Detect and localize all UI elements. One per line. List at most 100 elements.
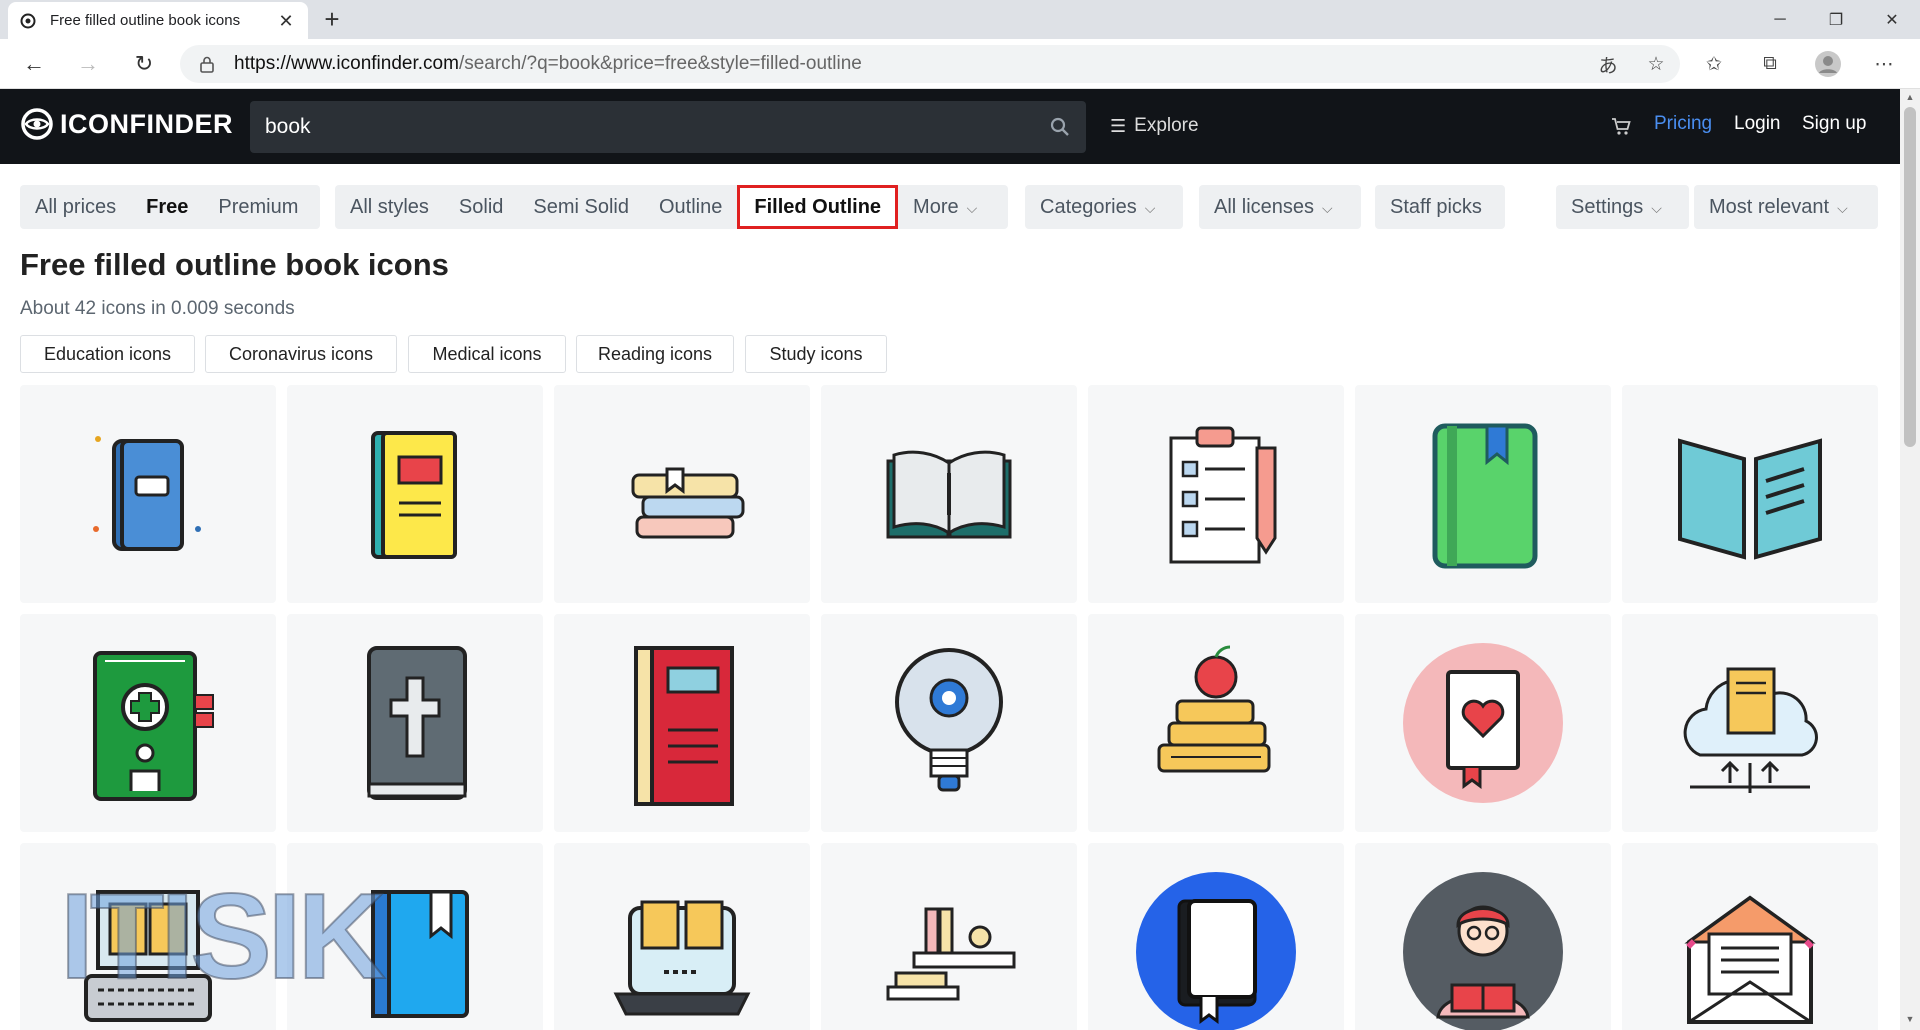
filter-solid[interactable]: Solid <box>444 185 518 229</box>
explore-menu[interactable]: ☰ Explore <box>1110 115 1199 137</box>
address-bar[interactable]: https://www.iconfinder.com/search/?q=boo… <box>180 45 1680 83</box>
settings-dropdown[interactable]: Settings ⌵ <box>1556 185 1689 229</box>
icon-card[interactable] <box>20 385 276 603</box>
icon-card[interactable] <box>287 614 543 832</box>
search-icon[interactable] <box>1034 101 1086 153</box>
restore-icon[interactable]: ❐ <box>1808 0 1864 39</box>
scroll-down-icon[interactable]: ▼ <box>1904 1013 1916 1025</box>
icon-card[interactable] <box>1355 843 1611 1030</box>
icon-card[interactable] <box>821 385 1077 603</box>
read-aloud-icon[interactable]: あ <box>1592 48 1624 80</box>
login-link[interactable]: Login <box>1734 113 1781 135</box>
pricing-link[interactable]: Pricing <box>1654 113 1712 135</box>
filter-outline[interactable]: Outline <box>644 185 737 229</box>
icon-card[interactable] <box>1622 614 1878 832</box>
url-text: https://www.iconfinder.com/search/?q=boo… <box>234 53 862 74</box>
sort-dropdown[interactable]: Most relevant ⌵ <box>1694 185 1878 229</box>
site-header: ICONFINDER book ☰ Explore Pricing Login … <box>0 89 1900 164</box>
stacked-books-icon <box>631 467 745 539</box>
profile-avatar-icon[interactable] <box>1812 48 1844 80</box>
filter-semi-solid[interactable]: Semi Solid <box>518 185 644 229</box>
filter-all-styles[interactable]: All styles <box>335 185 444 229</box>
result-info: About 42 icons in 0.009 seconds <box>20 298 295 319</box>
icon-card[interactable] <box>287 385 543 603</box>
ebook-circle-icon <box>1136 872 1296 1030</box>
tag-study[interactable]: Study icons <box>745 335 887 373</box>
tab-title: Free filled outline book icons <box>50 12 241 29</box>
icon-card[interactable] <box>554 385 810 603</box>
yellow-book-icon <box>371 431 457 559</box>
bible-icon <box>367 646 467 800</box>
search-input[interactable]: book <box>250 101 1086 153</box>
search-value: book <box>265 115 311 138</box>
back-arrow-icon[interactable]: ← <box>18 48 50 80</box>
red-book-icon <box>634 646 734 806</box>
favorite-star-icon[interactable]: ☆ <box>1640 48 1672 80</box>
icon-card[interactable] <box>20 614 276 832</box>
filter-free[interactable]: Free <box>131 185 203 229</box>
more-menu-icon[interactable]: ⋯ <box>1868 48 1900 80</box>
filter-all-prices[interactable]: All prices <box>20 185 131 229</box>
tag-reading[interactable]: Reading icons <box>576 335 734 373</box>
minimize-icon[interactable]: ─ <box>1752 0 1808 39</box>
licenses-dropdown[interactable]: All licenses ⌵ <box>1199 185 1361 229</box>
favorites-list-icon[interactable]: ✩ <box>1698 48 1730 80</box>
signup-link[interactable]: Sign up <box>1802 113 1866 135</box>
iconfinder-favicon-icon <box>20 13 36 28</box>
scroll-thumb[interactable] <box>1904 107 1916 447</box>
tag-medical[interactable]: Medical icons <box>408 335 566 373</box>
green-notebook-icon <box>1432 423 1538 569</box>
cart-icon[interactable] <box>1610 115 1632 137</box>
teal-open-book-icon <box>1678 438 1822 560</box>
checklist-pen-icon <box>1169 426 1277 564</box>
idea-bulb-icon <box>895 648 1003 792</box>
close-window-icon[interactable]: ✕ <box>1864 0 1920 39</box>
filter-filled-outline[interactable]: Filled Outline <box>737 185 899 229</box>
medical-book-icon <box>93 651 214 801</box>
collections-icon[interactable]: ⧉ <box>1754 48 1786 80</box>
reader-avatar-icon <box>1403 872 1563 1030</box>
icon-card[interactable] <box>554 614 810 832</box>
open-book-icon <box>886 450 1012 539</box>
blue-book-icon <box>93 436 201 551</box>
browser-tab[interactable]: Free filled outline book icons ✕ <box>8 2 308 39</box>
site-logo[interactable]: ICONFINDER <box>20 107 233 141</box>
style-filter: All styles Solid Semi Solid Outline Fill… <box>335 185 1008 229</box>
iconfinder-logo-icon <box>21 108 53 140</box>
close-tab-icon[interactable]: ✕ <box>276 11 296 31</box>
books-apple-icon <box>1157 645 1271 773</box>
page-scrollbar[interactable]: ▲ ▼ <box>1900 89 1920 1030</box>
icon-card[interactable] <box>1622 385 1878 603</box>
icon-card[interactable] <box>1088 614 1344 832</box>
chevron-down-icon: ⌵ <box>966 200 978 216</box>
new-tab-icon[interactable]: + <box>318 6 346 34</box>
chevron-down-icon: ⌵ <box>1322 200 1333 216</box>
icon-card[interactable] <box>821 614 1077 832</box>
reload-icon[interactable]: ↻ <box>128 48 160 80</box>
forward-arrow-icon[interactable]: → <box>72 48 104 80</box>
bookshelf-icon <box>886 907 1016 1001</box>
icon-card[interactable] <box>1088 385 1344 603</box>
icon-card[interactable] <box>1622 843 1878 1030</box>
icon-card[interactable] <box>1355 614 1611 832</box>
browser-tab-bar: Free filled outline book icons ✕ + ─ ❐ ✕ <box>0 0 1920 39</box>
chevron-down-icon: ⌵ <box>1651 200 1662 216</box>
icon-card[interactable] <box>1355 385 1611 603</box>
filter-more[interactable]: More ⌵ <box>898 185 992 229</box>
staff-picks-button[interactable]: Staff picks <box>1375 185 1505 229</box>
hamburger-icon: ☰ <box>1110 115 1127 136</box>
envelope-letter-icon <box>1684 895 1816 1024</box>
categories-dropdown[interactable]: Categories ⌵ <box>1025 185 1183 229</box>
lock-icon <box>200 56 214 73</box>
icon-card[interactable] <box>554 843 810 1030</box>
icon-card[interactable] <box>821 843 1077 1030</box>
price-filter: All prices Free Premium <box>20 185 320 229</box>
scroll-up-icon[interactable]: ▲ <box>1904 91 1916 103</box>
filter-premium[interactable]: Premium <box>203 185 313 229</box>
tag-coronavirus[interactable]: Coronavirus icons <box>205 335 397 373</box>
icon-card[interactable] <box>1088 843 1344 1030</box>
page-title: Free filled outline book icons <box>20 247 449 282</box>
online-reading-icon <box>613 900 751 1016</box>
browser-toolbar: ← → ↻ https://www.iconfinder.com/search/… <box>0 39 1920 89</box>
tag-education[interactable]: Education icons <box>20 335 195 373</box>
